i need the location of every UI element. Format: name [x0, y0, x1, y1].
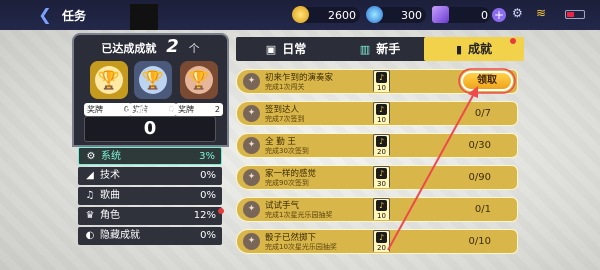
annotation-arrow — [387, 68, 516, 251]
